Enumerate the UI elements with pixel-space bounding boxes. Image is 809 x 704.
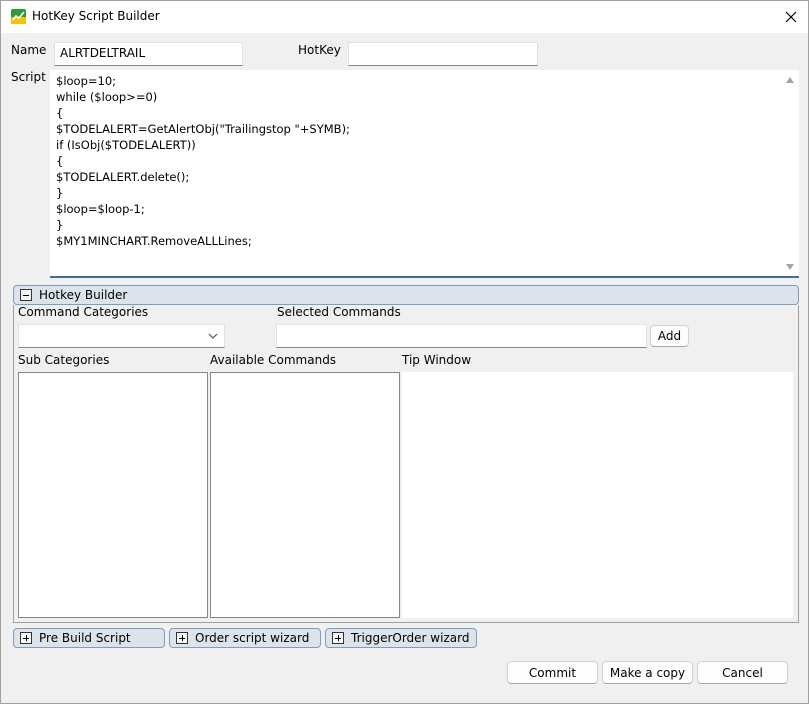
window-title: HotKey Script Builder bbox=[32, 9, 160, 23]
cancel-button[interactable]: Cancel bbox=[697, 661, 788, 684]
pre-build-script-header[interactable]: Pre Build Script bbox=[13, 628, 165, 648]
hotkey-input[interactable] bbox=[348, 42, 538, 66]
commit-button[interactable]: Commit bbox=[507, 661, 598, 684]
pre-build-script-title: Pre Build Script bbox=[39, 631, 131, 645]
sub-categories-list[interactable] bbox=[18, 372, 208, 618]
order-script-wizard-title: Order script wizard bbox=[195, 631, 310, 645]
command-categories-label: Command Categories bbox=[18, 305, 149, 319]
make-copy-button[interactable]: Make a copy bbox=[602, 661, 693, 684]
hotkey-builder-header[interactable]: Hotkey Builder bbox=[13, 285, 799, 305]
selected-commands-label: Selected Commands bbox=[277, 305, 401, 319]
expand-icon[interactable] bbox=[176, 632, 188, 644]
expand-icon[interactable] bbox=[332, 632, 344, 644]
app-icon bbox=[11, 9, 26, 24]
expand-icon[interactable] bbox=[20, 632, 32, 644]
trigger-order-wizard-title: TriggerOrder wizard bbox=[351, 631, 470, 645]
trigger-order-wizard-header[interactable]: TriggerOrder wizard bbox=[325, 628, 477, 648]
tip-window bbox=[402, 372, 793, 618]
collapse-icon[interactable] bbox=[20, 289, 32, 301]
sub-categories-label: Sub Categories bbox=[18, 353, 110, 367]
close-button[interactable] bbox=[776, 5, 806, 29]
script-editor[interactable]: $loop=10; while ($loop>=0) { $TODELALERT… bbox=[50, 70, 799, 278]
script-scrollbar[interactable] bbox=[782, 70, 799, 276]
tip-window-label: Tip Window bbox=[402, 353, 472, 367]
script-text[interactable]: $loop=10; while ($loop>=0) { $TODELALERT… bbox=[56, 73, 781, 249]
chevron-down-icon bbox=[208, 333, 218, 339]
hotkey-builder-title: Hotkey Builder bbox=[39, 288, 128, 302]
selected-commands-input[interactable] bbox=[276, 324, 647, 348]
order-script-wizard-header[interactable]: Order script wizard bbox=[169, 628, 321, 648]
close-icon bbox=[785, 11, 797, 23]
title-bar: HotKey Script Builder bbox=[1, 1, 808, 33]
available-commands-list[interactable] bbox=[210, 372, 400, 618]
name-input[interactable]: ALRTDELTRAIL bbox=[54, 42, 243, 66]
command-categories-select[interactable] bbox=[18, 324, 225, 348]
hotkey-script-builder-window: HotKey Script Builder Name ALRTDELTRAIL … bbox=[0, 0, 809, 704]
add-button[interactable]: Add bbox=[650, 325, 689, 347]
hotkey-label: HotKey bbox=[298, 43, 341, 57]
name-label: Name bbox=[11, 43, 47, 57]
available-commands-label: Available Commands bbox=[210, 353, 337, 367]
scroll-down-icon[interactable] bbox=[786, 264, 794, 270]
script-label: Script bbox=[11, 70, 46, 84]
scroll-up-icon[interactable] bbox=[786, 77, 794, 83]
